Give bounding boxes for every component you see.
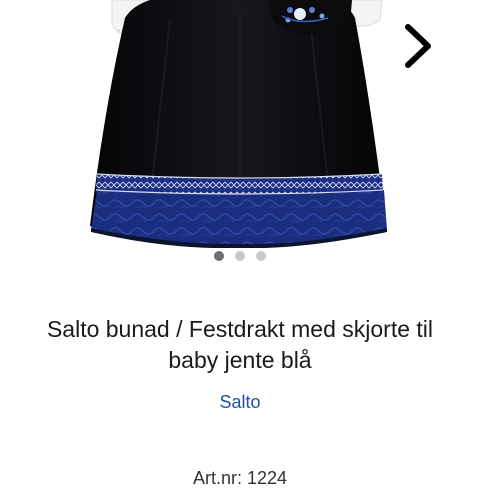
pagination-dot-3[interactable] [256, 251, 266, 261]
product-image-gallery[interactable] [0, 0, 480, 248]
product-title: Salto bunad / Festdrakt med skjorte til … [14, 314, 466, 376]
product-title-line-1: Salto bunad / Festdrakt med skjorte til [46, 316, 434, 342]
pagination-dot-1[interactable] [214, 251, 224, 261]
product-title-line-2: baby jente blå [168, 347, 312, 373]
brand-link[interactable]: Salto [0, 390, 480, 414]
pagination-dot-2[interactable] [235, 251, 245, 261]
next-image-button[interactable] [396, 18, 440, 74]
article-number: Art.nr: 1224 [192, 468, 288, 488]
chevron-right-icon [405, 24, 431, 68]
image-pagination-dots [0, 251, 480, 263]
